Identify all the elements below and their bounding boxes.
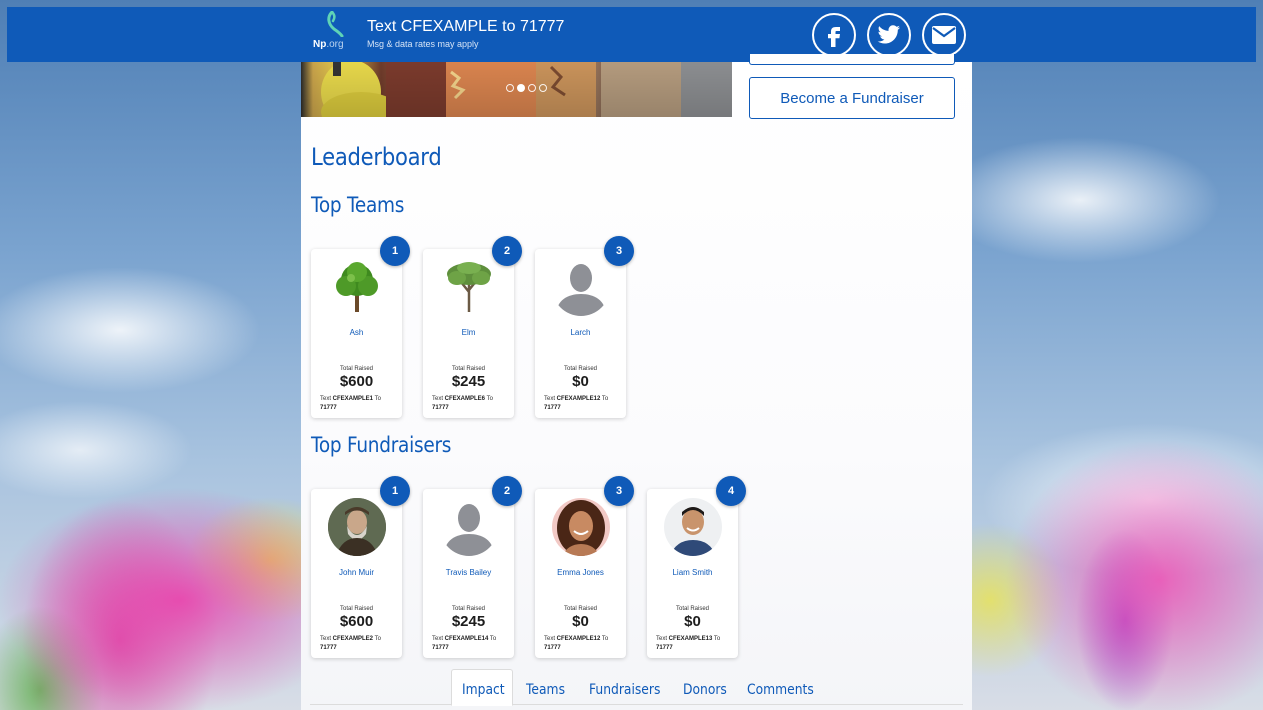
twitter-icon: [877, 25, 901, 44]
total-raised-label: Total Raised: [563, 606, 598, 612]
text-to-give: Text CFEXAMPLE13 To 71777: [656, 636, 721, 651]
carousel-dot[interactable]: [528, 84, 536, 92]
email-icon: [932, 26, 956, 44]
top-fundraisers-title: Top Fundraisers: [311, 433, 452, 457]
fundraiser-name[interactable]: Liam Smith: [647, 568, 738, 577]
rank-badge: 1: [380, 236, 410, 266]
main-panel: Become a Fundraiser Leaderboard Top Team…: [301, 54, 972, 710]
fundraiser-photo: [552, 498, 610, 556]
avatar-placeholder-icon: [440, 498, 498, 556]
top-bar: Np.org Text CFEXAMPLE to 71777 Msg & dat…: [7, 7, 1256, 62]
tree-icon: [328, 258, 386, 316]
tab-impact[interactable]: Impact: [462, 677, 505, 705]
tree-icon: [440, 258, 498, 316]
fundraiser-photo: [664, 498, 722, 556]
rank-badge: 3: [604, 236, 634, 266]
total-raised-label: Total Raised: [451, 366, 486, 372]
tab-comments[interactable]: Comments: [747, 677, 814, 705]
text-to-give: Text CFEXAMPLE12 To 71777: [544, 396, 609, 411]
rank-badge: 2: [492, 236, 522, 266]
carousel-dots[interactable]: [506, 84, 547, 92]
carousel-dot-active[interactable]: [517, 84, 525, 92]
logo-text: Np.org: [313, 39, 344, 50]
fundraiser-name[interactable]: Emma Jones: [535, 568, 626, 577]
amount-raised: $0: [572, 613, 589, 630]
leaderboard-title: Leaderboard: [311, 143, 442, 171]
total-raised-label: Total Raised: [339, 606, 374, 612]
carousel-dot[interactable]: [539, 84, 547, 92]
team-card[interactable]: 1 Ash Total Raised $600 Text CFEXAMPLE1 …: [311, 236, 410, 418]
total-raised-label: Total Raised: [339, 366, 374, 372]
tab-fundraisers[interactable]: Fundraisers: [589, 677, 660, 705]
amount-raised: $600: [339, 373, 374, 390]
team-card[interactable]: 3 Larch Total Raised $0 Text CFEXAMPLE12…: [535, 236, 634, 418]
hero-carousel[interactable]: [301, 62, 732, 117]
avatar-placeholder-icon: [552, 258, 610, 316]
rank-badge: 1: [380, 476, 410, 506]
amount-raised: $245: [451, 373, 486, 390]
fundraiser-photo: [328, 498, 386, 556]
tab-teams[interactable]: Teams: [526, 677, 565, 705]
fundraiser-card[interactable]: 4 Liam Smith Total Raised $0 Text CFEXAM…: [647, 476, 746, 658]
team-name[interactable]: Elm: [423, 328, 514, 337]
amount-raised: $0: [684, 613, 701, 630]
total-raised-label: Total Raised: [563, 366, 598, 372]
np-logo[interactable]: Np.org: [313, 11, 363, 55]
amount-raised: $245: [451, 613, 486, 630]
team-name[interactable]: Larch: [535, 328, 626, 337]
facebook-icon: [828, 27, 840, 47]
team-card[interactable]: 2 Elm Total Raised $245 Text CFEXAMPLE6 …: [423, 236, 522, 418]
fundraiser-name[interactable]: Travis Bailey: [423, 568, 514, 577]
sms-disclaimer: Msg & data rates may apply: [367, 39, 479, 49]
top-teams-title: Top Teams: [311, 193, 405, 217]
facebook-button[interactable]: [812, 13, 856, 57]
rank-badge: 4: [716, 476, 746, 506]
total-raised-label: Total Raised: [675, 606, 710, 612]
twitter-button[interactable]: [867, 13, 911, 57]
rank-badge: 3: [604, 476, 634, 506]
rank-badge: 2: [492, 476, 522, 506]
text-to-give: Text CFEXAMPLE2 To 71777: [320, 636, 381, 651]
carousel-dot[interactable]: [506, 84, 514, 92]
team-name[interactable]: Ash: [311, 328, 402, 337]
fundraiser-card[interactable]: 2 Travis Bailey Total Raised $245 Text C…: [423, 476, 522, 658]
ribbon-icon: [327, 11, 344, 37]
donate-button-partial[interactable]: [749, 54, 955, 65]
email-button[interactable]: [922, 13, 966, 57]
fundraiser-card[interactable]: 1 John Muir Total Raised $600 Text CFEXA…: [311, 476, 410, 658]
text-to-give: Text CFEXAMPLE1 To 71777: [320, 396, 381, 411]
fundraiser-name[interactable]: John Muir: [311, 568, 402, 577]
text-to-give: Text CFEXAMPLE12 To 71777: [544, 636, 609, 651]
total-raised-label: Total Raised: [451, 606, 486, 612]
text-to-give: Text CFEXAMPLE6 To 71777: [432, 396, 493, 411]
become-fundraiser-button[interactable]: Become a Fundraiser: [749, 77, 955, 119]
fundraiser-card[interactable]: 3 Emma Jones Total Raised $0 Text CFEXAM…: [535, 476, 634, 658]
amount-raised: $0: [572, 373, 589, 390]
content-tabs: Impact Teams Fundraisers Donors Comments: [310, 669, 963, 706]
sms-headline: Text CFEXAMPLE to 71777: [367, 18, 565, 35]
amount-raised: $600: [339, 613, 374, 630]
tab-donors[interactable]: Donors: [683, 677, 727, 705]
text-to-give: Text CFEXAMPLE14 To 71777: [432, 636, 497, 651]
